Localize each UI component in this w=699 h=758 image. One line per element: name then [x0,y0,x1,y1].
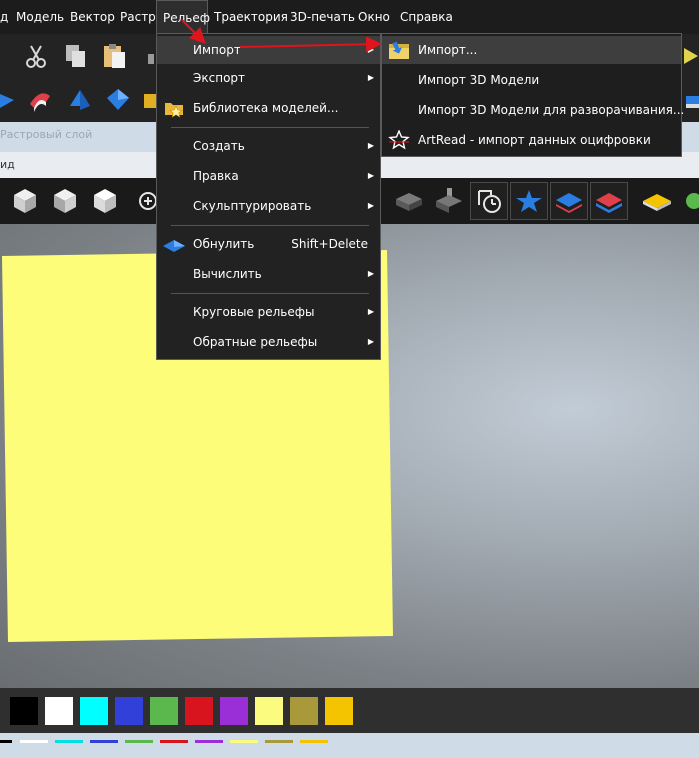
arrow-to-import-submenu [239,36,382,53]
annotation-arrows [181,19,382,53]
arrow-to-import [181,19,206,44]
